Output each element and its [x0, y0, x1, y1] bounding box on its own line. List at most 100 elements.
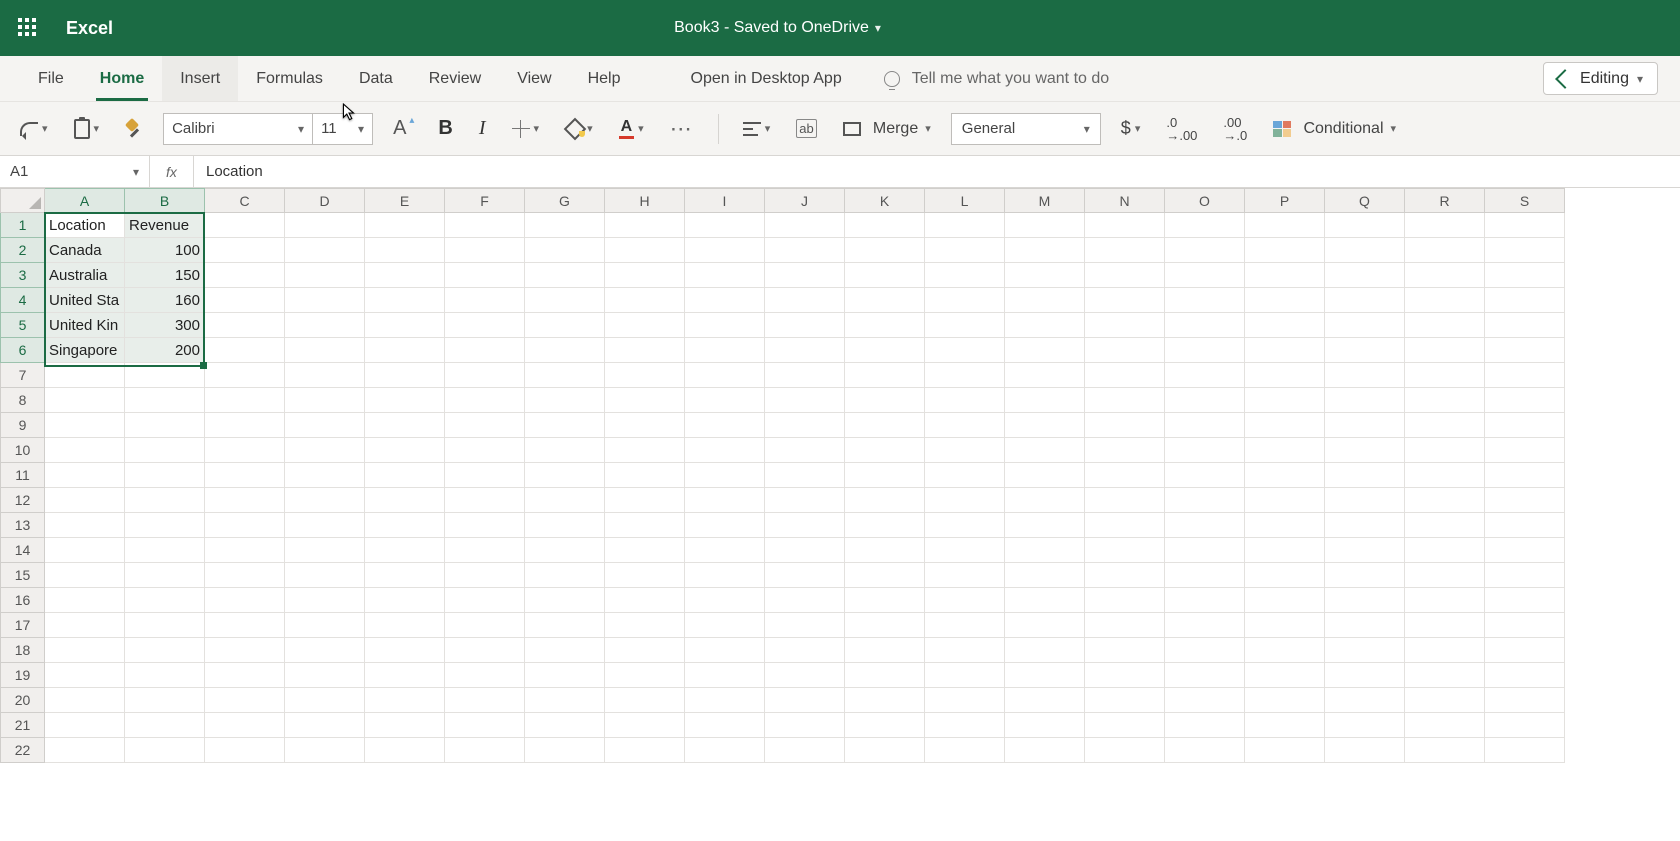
cell-F21[interactable] — [445, 713, 525, 738]
cell-J2[interactable] — [765, 238, 845, 263]
cell-D2[interactable] — [285, 238, 365, 263]
cell-B10[interactable] — [125, 438, 205, 463]
cell-B3[interactable]: 150 — [125, 263, 205, 288]
cell-M15[interactable] — [1005, 563, 1085, 588]
cell-L17[interactable] — [925, 613, 1005, 638]
tell-me-search[interactable]: Tell me what you want to do — [864, 56, 1129, 101]
cell-H15[interactable] — [605, 563, 685, 588]
row-header-14[interactable]: 14 — [1, 538, 45, 563]
cell-H20[interactable] — [605, 688, 685, 713]
italic-button[interactable]: I — [473, 113, 492, 144]
cell-M6[interactable] — [1005, 338, 1085, 363]
cell-D8[interactable] — [285, 388, 365, 413]
format-painter-button[interactable] — [119, 116, 149, 142]
cell-H18[interactable] — [605, 638, 685, 663]
cell-H4[interactable] — [605, 288, 685, 313]
cell-N21[interactable] — [1085, 713, 1165, 738]
cell-F20[interactable] — [445, 688, 525, 713]
cell-S7[interactable] — [1485, 363, 1565, 388]
cell-M7[interactable] — [1005, 363, 1085, 388]
cell-L9[interactable] — [925, 413, 1005, 438]
cell-F19[interactable] — [445, 663, 525, 688]
column-header-A[interactable]: A — [45, 189, 125, 213]
cell-B18[interactable] — [125, 638, 205, 663]
row-header-5[interactable]: 5 — [1, 313, 45, 338]
cell-L7[interactable] — [925, 363, 1005, 388]
cell-C17[interactable] — [205, 613, 285, 638]
cell-K12[interactable] — [845, 488, 925, 513]
cell-I13[interactable] — [685, 513, 765, 538]
cell-L6[interactable] — [925, 338, 1005, 363]
cell-N15[interactable] — [1085, 563, 1165, 588]
cell-C7[interactable] — [205, 363, 285, 388]
cell-F14[interactable] — [445, 538, 525, 563]
cell-O16[interactable] — [1165, 588, 1245, 613]
cell-G1[interactable] — [525, 213, 605, 238]
cell-C18[interactable] — [205, 638, 285, 663]
tab-file[interactable]: File — [20, 56, 82, 101]
cell-F16[interactable] — [445, 588, 525, 613]
cell-Q4[interactable] — [1325, 288, 1405, 313]
open-in-desktop-app[interactable]: Open in Desktop App — [669, 56, 864, 101]
cell-Q11[interactable] — [1325, 463, 1405, 488]
cell-P16[interactable] — [1245, 588, 1325, 613]
cell-A10[interactable] — [45, 438, 125, 463]
column-header-L[interactable]: L — [925, 189, 1005, 213]
cell-N17[interactable] — [1085, 613, 1165, 638]
app-launcher-icon[interactable] — [18, 18, 38, 38]
cell-I8[interactable] — [685, 388, 765, 413]
cell-I17[interactable] — [685, 613, 765, 638]
cell-F12[interactable] — [445, 488, 525, 513]
cell-J11[interactable] — [765, 463, 845, 488]
cell-M13[interactable] — [1005, 513, 1085, 538]
cell-J12[interactable] — [765, 488, 845, 513]
decrease-decimal-button[interactable]: .00→.0 — [1217, 112, 1253, 146]
cell-N2[interactable] — [1085, 238, 1165, 263]
cell-Q7[interactable] — [1325, 363, 1405, 388]
cell-A6[interactable]: Singapore — [45, 338, 125, 363]
cell-Q1[interactable] — [1325, 213, 1405, 238]
cell-B11[interactable] — [125, 463, 205, 488]
cell-K10[interactable] — [845, 438, 925, 463]
cell-L4[interactable] — [925, 288, 1005, 313]
cell-K14[interactable] — [845, 538, 925, 563]
column-header-M[interactable]: M — [1005, 189, 1085, 213]
cell-P15[interactable] — [1245, 563, 1325, 588]
cell-R10[interactable] — [1405, 438, 1485, 463]
cell-K22[interactable] — [845, 738, 925, 763]
cell-F6[interactable] — [445, 338, 525, 363]
cell-A15[interactable] — [45, 563, 125, 588]
cell-P14[interactable] — [1245, 538, 1325, 563]
cell-S22[interactable] — [1485, 738, 1565, 763]
cell-H19[interactable] — [605, 663, 685, 688]
cell-L19[interactable] — [925, 663, 1005, 688]
cell-A9[interactable] — [45, 413, 125, 438]
cell-O19[interactable] — [1165, 663, 1245, 688]
cell-R3[interactable] — [1405, 263, 1485, 288]
cell-P11[interactable] — [1245, 463, 1325, 488]
cell-Q17[interactable] — [1325, 613, 1405, 638]
cell-S8[interactable] — [1485, 388, 1565, 413]
cell-M16[interactable] — [1005, 588, 1085, 613]
row-header-16[interactable]: 16 — [1, 588, 45, 613]
cell-D22[interactable] — [285, 738, 365, 763]
cell-M22[interactable] — [1005, 738, 1085, 763]
cell-E2[interactable] — [365, 238, 445, 263]
cell-D6[interactable] — [285, 338, 365, 363]
cell-F2[interactable] — [445, 238, 525, 263]
row-header-13[interactable]: 13 — [1, 513, 45, 538]
cell-B16[interactable] — [125, 588, 205, 613]
undo-button[interactable]: ▾ — [14, 118, 54, 140]
cell-Q14[interactable] — [1325, 538, 1405, 563]
cell-G17[interactable] — [525, 613, 605, 638]
row-header-22[interactable]: 22 — [1, 738, 45, 763]
cell-N7[interactable] — [1085, 363, 1165, 388]
cell-A2[interactable]: Canada — [45, 238, 125, 263]
cell-E10[interactable] — [365, 438, 445, 463]
column-header-D[interactable]: D — [285, 189, 365, 213]
cell-H17[interactable] — [605, 613, 685, 638]
cell-E11[interactable] — [365, 463, 445, 488]
row-header-18[interactable]: 18 — [1, 638, 45, 663]
column-header-O[interactable]: O — [1165, 189, 1245, 213]
row-header-17[interactable]: 17 — [1, 613, 45, 638]
